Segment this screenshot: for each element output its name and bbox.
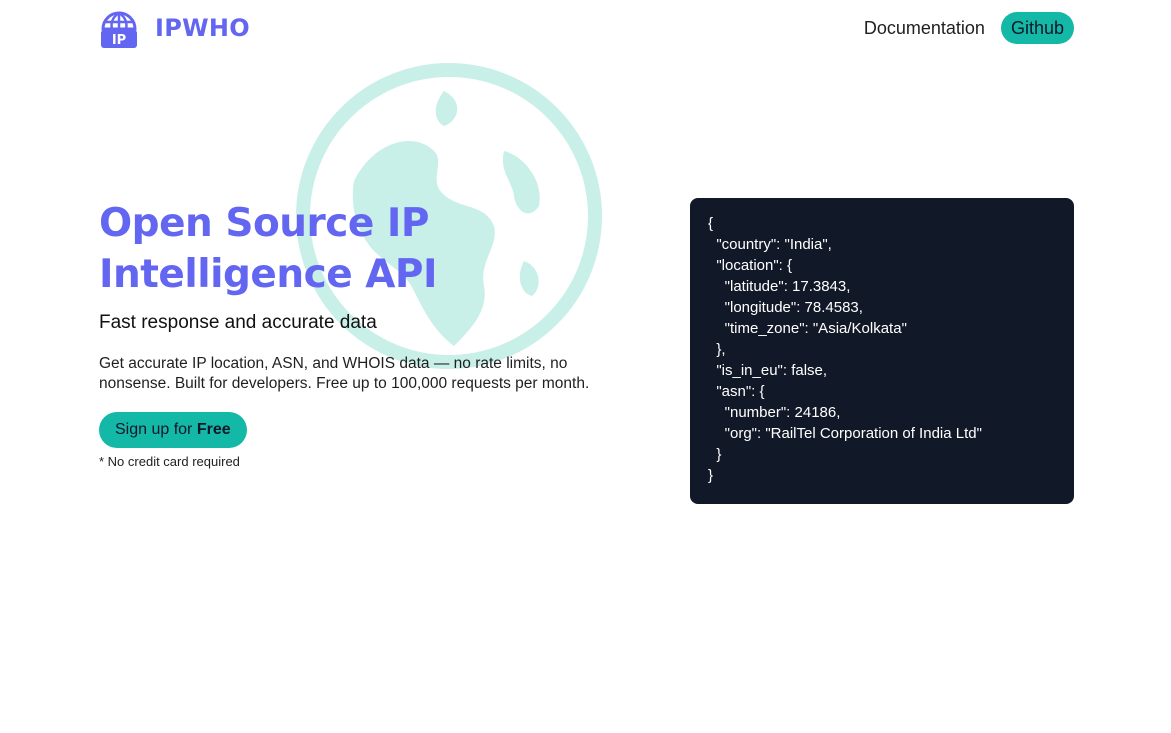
cta-prefix: Sign up for [115,421,197,438]
hero-section: Open Source IP Intelligence API Fast res… [99,198,619,469]
no-credit-card-note: * No credit card required [99,454,240,469]
globe-ip-logo-icon: IP [101,11,137,48]
brand-link[interactable]: IP IPWHO [99,8,250,48]
hero-subtitle: Fast response and accurate data [99,312,377,333]
hero-title-line-2: Intelligence API [99,252,438,297]
brand-name: IPWHO [155,14,250,42]
top-nav: Documentation Github [864,12,1074,44]
hero-description: Get accurate IP location, ASN, and WHOIS… [99,355,590,392]
github-button[interactable]: Github [1000,12,1074,44]
json-response-code: { "country": "India", "location": { "lat… [708,215,982,484]
signup-free-button[interactable]: Sign up for Free [99,412,247,448]
cta-strong: Free [196,421,231,438]
site-header: IP IPWHO Documentation Github [99,8,1074,50]
documentation-link[interactable]: Documentation [864,12,985,44]
hero-title: Open Source IP Intelligence API [99,198,619,300]
hero-title-line-1: Open Source IP [99,201,429,246]
landing-page: IP IPWHO Documentation Github Open Sourc… [0,0,1171,733]
json-response-panel: { "country": "India", "location": { "lat… [690,198,1074,504]
logo-text: IP [112,33,126,48]
